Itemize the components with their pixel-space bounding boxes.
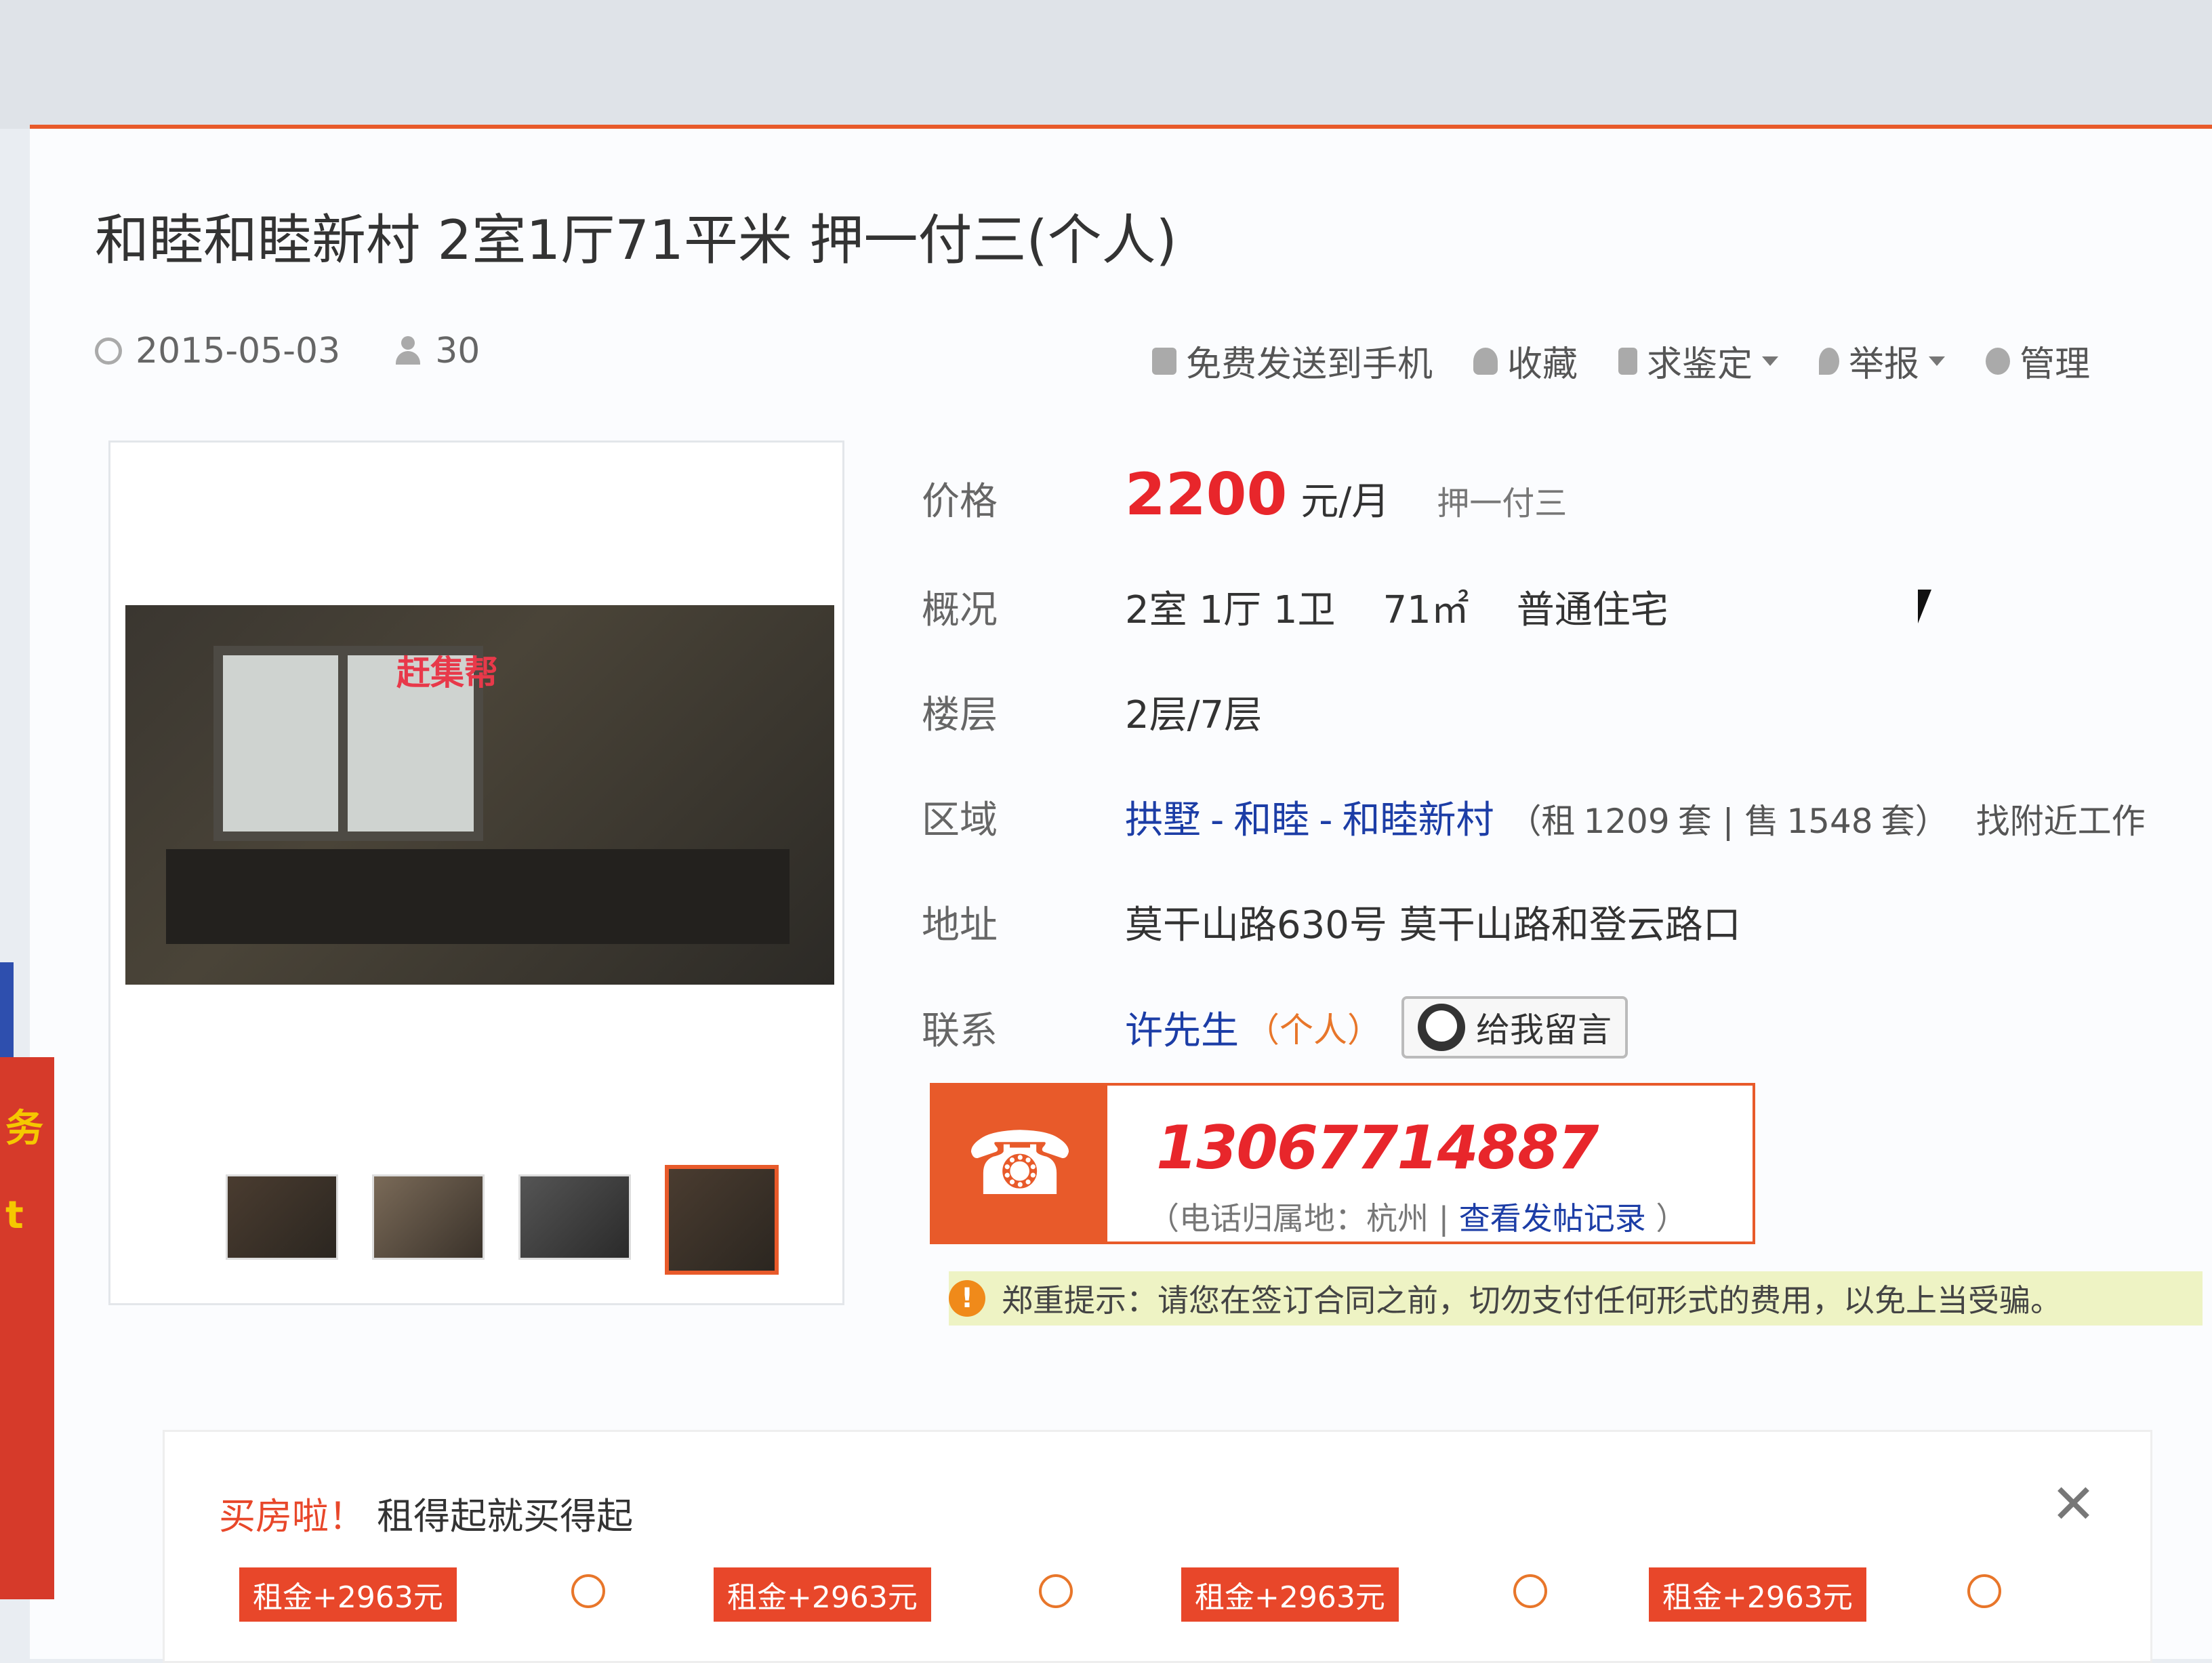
manage-button[interactable]: 管理 [1986,335,2090,386]
address-value: 莫干山路630号 莫干山路和登云路口 [1125,903,1741,947]
send-to-phone-button[interactable]: 免费发送到手机 [1152,335,1433,386]
thumbnail-selected[interactable] [665,1165,779,1275]
area-sale-unit: 套） [1881,802,1949,841]
chevron-down-icon [1929,356,1946,366]
contact-label: 联系 [922,1008,998,1053]
side-ad-strip[interactable]: 务t [0,1057,54,1599]
price-unit: 元/月 [1300,480,1390,524]
send-to-phone-label: 免费发送到手机 [1186,344,1433,385]
report-dropdown[interactable]: 举报 [1819,335,1946,386]
main-photo[interactable]: 赶集帮 [125,605,834,985]
area-community-link[interactable]: 和睦新村 [1342,789,1494,844]
photo-gallery: 赶集帮 [108,440,844,1305]
report-label: 举报 [1849,344,1920,385]
play-icon[interactable] [1513,1574,1547,1608]
close-icon[interactable]: ✕ [2051,1473,2096,1536]
appraise-dropdown[interactable]: 求鉴定 [1618,335,1779,386]
price-label: 价格 [922,480,998,524]
listing-title: 和睦和睦新村 2室1厅71平米 押一付三(个人) [95,209,1177,272]
area-separator: - [1210,798,1225,842]
user-icon [394,336,422,366]
chevron-down-icon [1762,356,1779,366]
price-deposit: 押一付三 [1437,485,1568,522]
phone-box: ☎ 13067714887 （电话归属地：杭州 | 查看发帖记录 ） [930,1083,1755,1244]
cursor-icon [1918,590,1931,623]
area-rent-count-link[interactable]: 1209 [1583,802,1669,841]
listing-meta: 2015-05-03 30 [95,331,480,371]
post-history-link[interactable]: 查看发帖记录 [1459,1200,1646,1237]
promo-title-highlight: 买房啦！ [219,1495,365,1538]
price-value: 2200 [1125,461,1288,529]
listing-views: 30 [435,331,480,371]
share-icon [1618,347,1638,375]
photo-counter [166,849,790,944]
overview-rooms: 2室 1厅 1卫 [1125,588,1336,632]
thumbnail[interactable] [226,1174,338,1260]
promo-title: 买房啦！ 租得起就买得起 [219,1486,633,1540]
contact-row: 联系 许先生 （个人） 给我留言 [922,996,1628,1059]
floor-row: 楼层 2层/7层 [922,684,1262,739]
rent-tag: 租金+2963元 [239,1567,457,1622]
rent-tag: 租金+2963元 [1649,1567,1866,1622]
area-row: 区域 拱墅 - 和睦 - 和睦新村 （租 1209 套 | 售 1548 套） … [922,789,2146,844]
contact-name: 许先生 [1125,1008,1239,1053]
overview-row: 概况 2室 1厅 1卫 71㎡ 普通住宅 [922,579,1668,634]
floor-label: 楼层 [922,693,998,737]
phone-subline: （电话归属地：杭州 | 查看发帖记录 ） [1148,1194,1687,1239]
thumbnail[interactable] [372,1174,485,1260]
favorite-button[interactable]: 收藏 [1473,335,1578,386]
favorite-label: 收藏 [1507,344,1578,385]
pin-icon [1819,347,1840,375]
area-label: 区域 [922,798,998,842]
rent-tag: 租金+2963元 [1181,1567,1399,1622]
play-icon[interactable] [1967,1574,2001,1608]
listing-date: 2015-05-03 [136,331,341,371]
promo-title-text: 租得起就买得起 [377,1495,634,1538]
warning-text: 郑重提示：请您在签订合同之前，切勿支付任何形式的费用，以免上当受骗。 [1002,1282,2062,1319]
phone-icon [1152,347,1176,375]
promo-panel: 买房啦！ 租得起就买得起 ✕ 租金+2963元 租金+2963元 租金+2963… [163,1430,2152,1663]
overview-label: 概况 [922,588,998,632]
overview-area: 71㎡ [1382,588,1469,632]
thumbnail[interactable] [518,1174,631,1260]
clock-icon [95,337,122,365]
smile-icon [1418,1004,1465,1051]
address-row: 地址 莫干山路630号 莫干山路和登云路口 [922,895,1741,949]
price-row: 价格 2200 元/月 押一付三 [922,461,1567,529]
phone-location: （电话归属地：杭州 | [1148,1200,1450,1237]
floor-value: 2层/7层 [1125,693,1263,737]
play-icon[interactable] [571,1574,605,1608]
play-icon[interactable] [1039,1574,1073,1608]
leave-message-button[interactable]: 给我留言 [1401,996,1628,1059]
contact-type: （个人） [1246,1010,1381,1050]
listing-actions: 免费发送到手机 收藏 求鉴定 举报 管理 [1152,335,2090,386]
rent-tag: 租金+2963元 [714,1567,931,1622]
warning-icon: ! [949,1280,985,1317]
thumbnail-strip [226,1165,779,1275]
safety-warning: ! 郑重提示：请您在签订合同之前，切勿支付任何形式的费用，以免上当受骗。 [949,1271,2203,1326]
leave-message-label: 给我留言 [1476,1010,1612,1050]
screen-bezel [0,0,2212,129]
area-rent-unit: 套 | 售 [1677,802,1779,841]
left-edge-accent [0,962,14,1057]
header-divider [30,125,2212,129]
area-separator: - [1319,798,1333,842]
area-sub-link[interactable]: 和睦 [1233,789,1309,844]
photo-watermark: 赶集帮 [396,653,498,693]
handset-icon: ☎ [933,1086,1107,1241]
phone-subline-close: ） [1656,1200,1687,1237]
gear-icon [1986,347,2011,375]
phone-number: 13067714887 [1156,1113,1599,1183]
address-label: 地址 [922,903,998,947]
area-stats-open: （租 [1507,802,1576,841]
manage-label: 管理 [2020,344,2091,385]
appraise-label: 求鉴定 [1647,344,1753,385]
area-sale-count-link[interactable]: 1548 [1786,802,1872,841]
overview-type: 普通住宅 [1516,588,1668,632]
heart-icon [1473,347,1498,375]
nearby-jobs-link[interactable]: 找附近工作 [1976,794,2146,843]
area-district-link[interactable]: 拱墅 [1125,789,1201,844]
